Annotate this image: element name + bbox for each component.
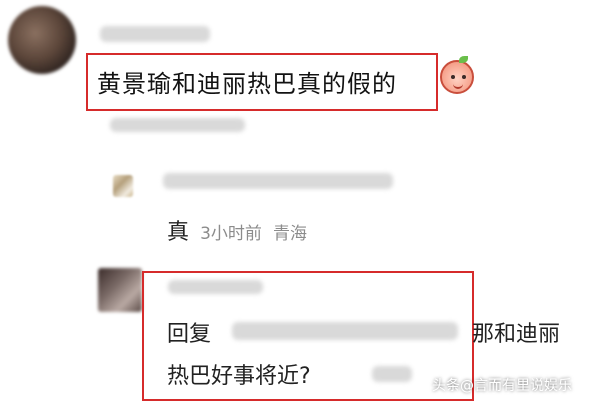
- comment-text: 黄景瑜和迪丽热巴真的假的: [97, 70, 397, 98]
- commenter-username-blurred[interactable]: [100, 26, 210, 42]
- reply-line-2: 热巴好事将近?: [167, 364, 311, 389]
- sub-reply-location: 青海: [273, 224, 308, 244]
- replier-avatar[interactable]: [98, 268, 142, 312]
- reply-prefix: 回复: [167, 322, 212, 347]
- watermark: 头条@言而有里说娱乐: [432, 378, 572, 394]
- reply-line1-tail: 那和迪丽: [472, 322, 561, 347]
- sub-reply-time: 3小时前: [200, 224, 262, 244]
- commenter-avatar[interactable]: [8, 6, 76, 74]
- comment-meta-blurred: [110, 118, 245, 132]
- sub-reply-text: 真: [167, 220, 190, 245]
- sub-reply-avatar[interactable]: [113, 175, 133, 197]
- peach-emoji-icon: [440, 56, 474, 94]
- sub-reply-line: 真 3小时前 青海: [167, 214, 307, 246]
- reply-target-blurred: [232, 322, 458, 340]
- sub-reply-username-blurred[interactable]: [163, 173, 393, 189]
- reply-trailing-blurred: [372, 366, 412, 382]
- reply-line-1: 回复: [167, 316, 211, 348]
